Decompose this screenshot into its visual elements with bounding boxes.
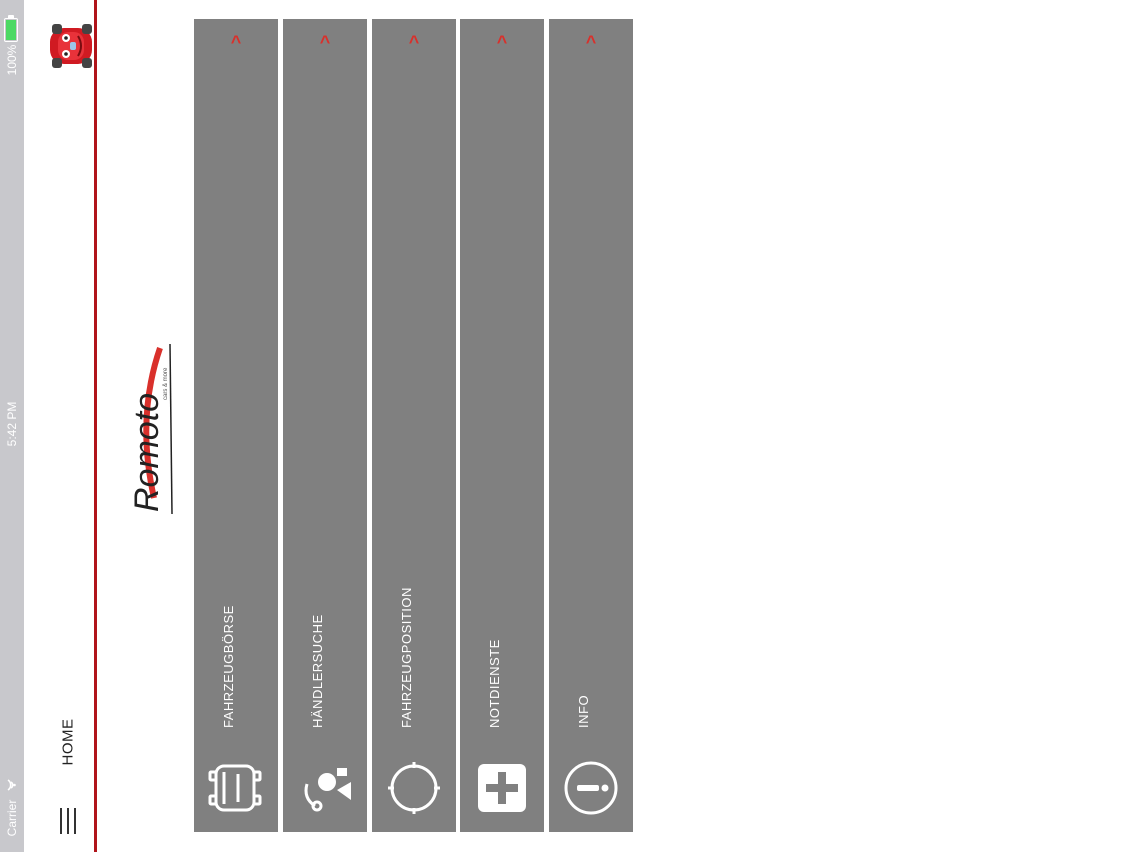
- tile-haendlersuche[interactable]: ^ HÄNDLERSUCHE: [283, 19, 367, 832]
- battery-icon: [4, 15, 18, 42]
- status-time: 5:42 PM: [5, 401, 19, 447]
- compass-icon: [388, 762, 440, 814]
- chevron-up-icon: ^: [319, 32, 331, 52]
- red-car-mascot-icon[interactable]: [44, 18, 98, 74]
- wifi-icon: [7, 779, 16, 791]
- battery-percent: 100%: [5, 44, 19, 76]
- tile-notdienste[interactable]: ^ NOTDIENSTE: [460, 19, 544, 832]
- tile-label: HÄNDLERSUCHE: [310, 614, 325, 728]
- chevron-up-icon: ^: [408, 32, 420, 52]
- plus-cross-icon: [478, 764, 526, 812]
- status-bar: 100% 5:42 PM Carrier: [0, 0, 24, 852]
- hamburger-menu-icon: [60, 808, 62, 834]
- info-icon: [564, 761, 618, 815]
- chevron-up-icon: ^: [230, 32, 242, 52]
- tile-label: INFO: [576, 694, 591, 728]
- tile-label: FAHRZEUGBÖRSE: [221, 605, 236, 728]
- hamburger-line: [74, 808, 76, 834]
- tile-fahrzeugposition[interactable]: ^ FAHRZEUGPOSITION: [372, 19, 456, 832]
- chevron-up-icon: ^: [496, 32, 508, 52]
- tile-fahrzeugboerse[interactable]: ^ FAHRZEUGBÖRSE: [194, 19, 278, 832]
- tile-info[interactable]: ^ INFO: [549, 19, 633, 832]
- romoto-logo: Romoto cars & more: [130, 343, 173, 515]
- dealer-search-icon: [304, 768, 351, 812]
- tile-label: NOTDIENSTE: [487, 639, 502, 728]
- logo-wordmark: Romoto: [130, 393, 166, 512]
- nav-divider: [94, 0, 97, 852]
- carrier-label: Carrier: [5, 799, 19, 837]
- hamburger-line: [67, 808, 69, 834]
- menu-button[interactable]: [58, 808, 78, 834]
- logo-tagline: cars & more: [163, 367, 169, 400]
- car-front-icon: [208, 764, 262, 812]
- page-title: HOME: [59, 718, 77, 766]
- chevron-up-icon: ^: [585, 32, 597, 52]
- tile-label: FAHRZEUGPOSITION: [399, 587, 414, 728]
